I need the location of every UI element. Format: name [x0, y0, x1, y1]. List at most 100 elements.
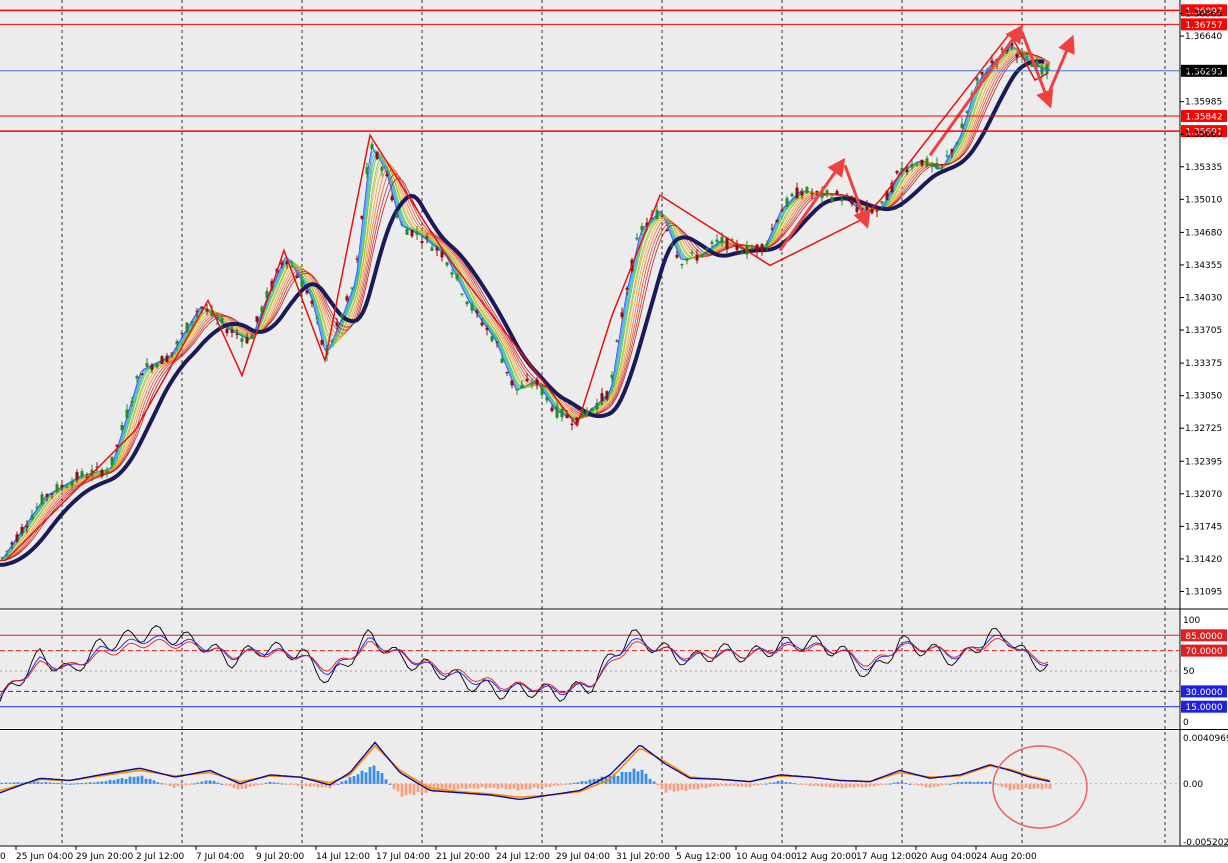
macd-histogram-bar	[484, 783, 488, 789]
macd-histogram-bar	[116, 778, 120, 784]
macd-histogram-bar	[1012, 783, 1016, 790]
candle-body	[815, 191, 819, 193]
price-tick-label: 1.33705	[1185, 326, 1222, 336]
time-tick-label: 10 Aug 04:00	[736, 852, 797, 862]
macd-histogram-bar	[708, 783, 712, 788]
macd-histogram-bar	[728, 783, 732, 787]
candle-body	[240, 338, 244, 342]
macd-histogram-bar	[208, 780, 212, 784]
macd-histogram-bar	[872, 783, 876, 787]
candle-body	[160, 356, 164, 364]
macd-histogram-bar	[48, 782, 52, 784]
candle-body	[525, 379, 529, 382]
macd-histogram-bar	[520, 783, 524, 790]
candle-body	[40, 494, 44, 505]
macd-histogram-bar	[12, 782, 16, 784]
price-tick-label: 1.33375	[1185, 359, 1222, 369]
macd-histogram-bar	[796, 783, 800, 785]
price-tick-label: 1.31745	[1185, 522, 1222, 532]
macd-histogram-bar	[960, 781, 964, 784]
macd-histogram-bar	[660, 783, 664, 790]
macd-histogram-bar	[348, 777, 352, 784]
macd-histogram-bar	[1044, 783, 1048, 789]
macd-histogram-bar	[164, 783, 168, 785]
candle-body	[855, 207, 859, 212]
candle-body	[150, 364, 154, 370]
macd-histogram-bar	[552, 783, 556, 786]
macd-histogram-bar	[880, 783, 884, 785]
macd-histogram-bar	[284, 783, 288, 785]
macd-histogram-bar	[252, 783, 256, 787]
candle-body	[355, 258, 359, 260]
macd-histogram-bar	[548, 783, 552, 788]
candle-body	[190, 321, 194, 323]
macd-histogram-bar	[268, 781, 272, 784]
candle-body	[1000, 48, 1004, 50]
macd-histogram-bar	[196, 782, 200, 784]
macd-histogram-bar	[856, 783, 860, 787]
macd-histogram-bar	[168, 783, 172, 787]
candle-body	[550, 407, 554, 412]
macd-histogram-bar	[332, 783, 336, 786]
macd-histogram-bar	[696, 783, 700, 790]
macd-tick-label: 0.0040969	[1183, 734, 1228, 744]
candle-body	[375, 152, 379, 159]
candle-body	[65, 486, 69, 488]
candle-body	[420, 240, 424, 243]
price-tick-label: 1.32395	[1185, 457, 1222, 467]
macd-histogram-bar	[740, 783, 744, 787]
macd-histogram-bar	[812, 783, 816, 787]
candle-body	[30, 515, 34, 520]
stochastic-level-label: 85.0000	[1185, 632, 1222, 642]
candle-body	[360, 216, 364, 219]
macd-histogram-bar	[312, 783, 316, 787]
macd-histogram-bar	[964, 781, 968, 784]
macd-histogram-bar	[1008, 783, 1012, 791]
candle-body	[845, 197, 849, 199]
macd-histogram-bar	[204, 780, 208, 784]
time-tick-label: 17 Aug 12:00	[856, 852, 917, 862]
macd-histogram-bar	[472, 783, 476, 789]
macd-histogram-bar	[528, 783, 532, 790]
candle-body	[555, 405, 559, 418]
candle-body	[70, 481, 74, 486]
macd-histogram-bar	[972, 782, 976, 784]
macd-histogram-bar	[308, 783, 312, 787]
candle-body	[195, 311, 199, 313]
candle-body	[875, 210, 879, 212]
macd-histogram-bar	[996, 783, 1000, 786]
candle-body	[475, 310, 479, 314]
macd-histogram-bar	[516, 783, 520, 791]
macd-histogram-bar	[216, 782, 220, 784]
macd-histogram-bar	[1024, 783, 1028, 789]
candle-body	[395, 214, 399, 218]
candle-body	[185, 322, 189, 333]
macd-histogram-bar	[380, 773, 384, 784]
macd-histogram-bar	[876, 783, 880, 786]
candle-body	[910, 163, 914, 168]
candle-body	[840, 199, 844, 202]
candle-body	[480, 322, 484, 326]
candle-body	[950, 148, 954, 153]
candle-body	[780, 209, 784, 212]
macd-histogram-bar	[140, 775, 144, 784]
candle-body	[350, 287, 354, 289]
macd-histogram-bar	[928, 783, 932, 788]
macd-histogram-bar	[712, 783, 716, 787]
macd-histogram-bar	[356, 774, 360, 784]
macd-histogram-bar	[1004, 783, 1008, 788]
macd-histogram-bar	[904, 782, 908, 784]
macd-histogram-bar	[500, 783, 504, 788]
candle-body	[935, 163, 939, 170]
candle-body	[940, 164, 944, 166]
macd-histogram-bar	[560, 783, 564, 785]
macd-histogram-bar	[264, 782, 268, 784]
macd-histogram-bar	[784, 782, 788, 784]
candle-body	[115, 444, 119, 447]
candle-body	[170, 352, 174, 354]
candle-body	[180, 332, 184, 334]
candle-body	[135, 375, 139, 379]
macd-histogram-bar	[132, 776, 136, 784]
macd-histogram-bar	[788, 782, 792, 784]
macd-histogram-bar	[820, 783, 824, 787]
